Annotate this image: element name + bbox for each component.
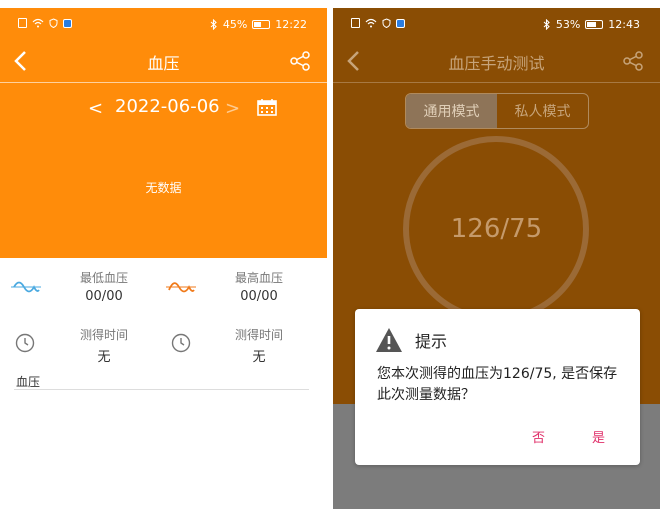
wave-low-icon: [11, 281, 41, 293]
clock-icon: [15, 333, 35, 353]
left-phone-screen: 45% 12:22 血压 < 2022-06-06 > 无数据 最低血压 00/…: [0, 8, 327, 509]
section-label: 血压: [16, 375, 41, 389]
bluetooth-icon: [543, 19, 550, 30]
measure-time-label: 测得时间: [234, 328, 283, 342]
no-button[interactable]: 否: [532, 427, 545, 446]
measure-time-value: 无: [97, 350, 111, 365]
title-bar: 血压: [0, 40, 327, 82]
app-badge-icon: [396, 18, 405, 28]
mode-private-tab[interactable]: 私人模式: [497, 94, 588, 128]
mode-general-tab[interactable]: 通用模式: [406, 94, 497, 128]
no-data-text: 无数据: [145, 181, 182, 195]
current-date: 2022-06-06: [115, 96, 220, 117]
app-badge-icon: [63, 18, 72, 28]
min-bp-value: 00/00: [85, 289, 123, 304]
wifi-icon: [32, 18, 44, 28]
dialog-message: 您本次测得的血压为126/75, 是否保存此次测量数据？: [377, 366, 618, 403]
page-title: 血压手动测试: [448, 54, 545, 73]
mode-toggle: 通用模式 私人模式: [405, 93, 589, 129]
clock-time: 12:22: [275, 18, 307, 31]
battery-percent: 45%: [222, 18, 248, 31]
page-title: 血压: [147, 54, 180, 73]
bp-reading: 126/75: [450, 214, 543, 244]
notification-icon: [18, 18, 27, 28]
yes-button[interactable]: 是: [592, 427, 605, 446]
calendar-icon[interactable]: [257, 98, 277, 116]
title-divider: [0, 82, 327, 83]
wifi-icon: [365, 18, 377, 28]
shield-icon: [49, 18, 58, 28]
min-bp-stat: 最低血压 00/00: [64, 269, 144, 304]
max-measure-time: 测得时间 无: [219, 326, 299, 365]
min-measure-time: 测得时间 无: [64, 326, 144, 365]
bluetooth-icon: [210, 19, 217, 30]
warning-icon: [376, 328, 402, 352]
title-divider: [333, 82, 660, 83]
notification-icon: [351, 18, 360, 28]
section-divider: [14, 389, 309, 390]
battery-percent: 53%: [555, 18, 581, 31]
measure-time-value: 无: [252, 350, 266, 365]
battery-icon: [252, 20, 271, 29]
next-date-button[interactable]: >: [225, 98, 240, 119]
max-bp-stat: 最高血压 00/00: [219, 269, 299, 304]
status-bar: 45% 12:22: [0, 8, 327, 38]
share-icon[interactable]: [622, 50, 644, 72]
max-bp-label: 最高血压: [234, 271, 283, 285]
min-bp-label: 最低血压: [79, 271, 128, 285]
battery-icon: [585, 20, 604, 29]
prev-date-button[interactable]: <: [88, 98, 103, 119]
right-phone-screen: 53% 12:43 血压手动测试 通用模式 私人模式 126/75 提示 您本次…: [333, 8, 660, 509]
title-bar: 血压手动测试: [333, 40, 660, 82]
wave-high-icon: [166, 282, 196, 293]
date-selector: < 2022-06-06 >: [0, 94, 327, 124]
clock-time: 12:43: [608, 18, 640, 31]
share-icon[interactable]: [289, 50, 311, 72]
status-bar: 53% 12:43: [333, 8, 660, 38]
max-bp-value: 00/00: [240, 289, 278, 304]
clock-icon: [171, 333, 191, 353]
measure-time-label: 测得时间: [79, 328, 128, 342]
save-confirm-dialog: 提示 您本次测得的血压为126/75, 是否保存此次测量数据？ 否 是: [355, 309, 640, 465]
shield-icon: [382, 18, 391, 28]
dialog-title: 提示: [415, 332, 448, 351]
